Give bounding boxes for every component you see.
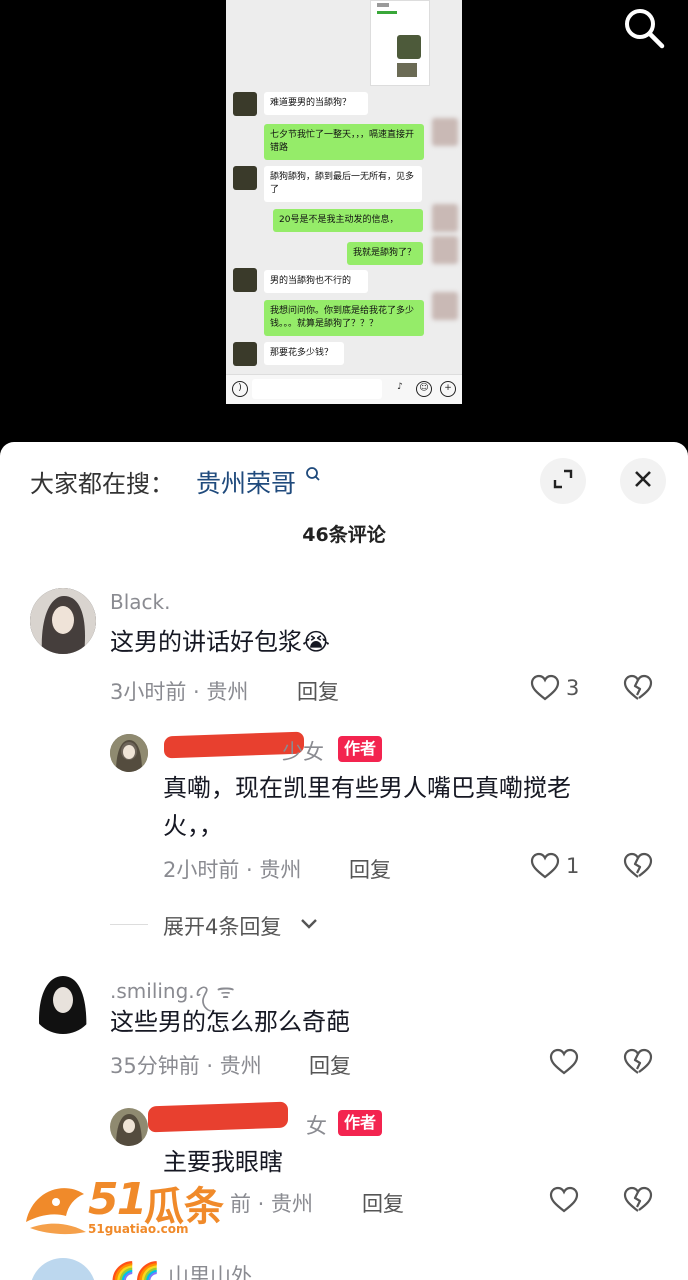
expand-icon — [552, 468, 574, 494]
reply-button[interactable]: 回复 — [362, 1188, 404, 1218]
chat-input-bar: ) ♪ ☺ + — [226, 374, 462, 404]
chat-avatar — [432, 292, 458, 320]
comment-text: 这男的讲话好包浆😭 — [110, 628, 331, 656]
mic-icon: ♪ — [397, 382, 403, 392]
comment-time-location: 35分钟前 · 贵州 — [110, 1054, 262, 1078]
comment-username[interactable]: 女 — [306, 1110, 327, 1140]
chat-top-card — [370, 0, 430, 86]
chat-avatar — [432, 204, 458, 232]
author-badge: 作者 — [338, 736, 383, 762]
broken-heart-icon — [623, 1048, 653, 1074]
chat-avatar — [233, 268, 257, 292]
avatar[interactable] — [110, 734, 148, 772]
chevron-down-icon[interactable] — [299, 916, 319, 936]
search-small-icon — [305, 466, 321, 488]
like-count: 3 — [566, 676, 580, 700]
dislike-button[interactable] — [623, 1186, 653, 1214]
search-suggestion-link[interactable]: 贵州荣哥 — [196, 464, 296, 500]
chat-avatar — [233, 342, 257, 366]
emoji-icon: ☺ — [416, 381, 432, 397]
heart-icon — [549, 1186, 579, 1213]
avatar[interactable] — [30, 968, 96, 1034]
heart-icon — [530, 852, 560, 879]
search-hint-label: 大家都在搜： — [30, 470, 174, 498]
divider — [110, 924, 148, 925]
close-icon — [633, 469, 653, 493]
heart-icon — [530, 674, 560, 701]
chat-avatar — [432, 118, 458, 146]
dislike-button[interactable] — [623, 1048, 653, 1076]
watermark-url: 51guatiao.com — [88, 1222, 189, 1236]
expand-button[interactable] — [540, 458, 586, 504]
comment-count: 46条评论 — [302, 524, 386, 546]
reply-button[interactable]: 回复 — [349, 854, 391, 884]
like-button[interactable]: 1 — [530, 852, 579, 880]
rainbow-icon: 🌈🌈 — [110, 1260, 160, 1280]
broken-heart-icon — [623, 674, 653, 700]
comment-time-location: 3小时前 · 贵州 — [110, 680, 249, 704]
avatar[interactable] — [110, 1108, 148, 1146]
comment-text: 火，， — [163, 812, 223, 840]
close-button[interactable] — [620, 458, 666, 504]
comment-username[interactable]: 山里山外 — [168, 1260, 252, 1280]
video-player[interactable]: 难道要男的当舔狗？ 七夕节我忙了一整天，，，嗝速直接开错路 舔狗舔狗，舔到最后一… — [0, 0, 688, 450]
chat-avatar — [233, 92, 257, 116]
expand-replies-button[interactable]: 展开4条回复 — [163, 911, 281, 941]
chat-avatar — [233, 166, 257, 190]
comment-time-location: 2小时前 · 贵州 — [163, 858, 302, 882]
dislike-button[interactable] — [623, 674, 653, 702]
search-icon[interactable] — [620, 4, 668, 50]
reply-button[interactable]: 回复 — [297, 676, 339, 706]
like-count: 1 — [566, 854, 580, 878]
broken-heart-icon — [623, 852, 653, 878]
like-button[interactable] — [549, 1186, 579, 1214]
heart-icon — [549, 1048, 579, 1075]
chat-screenshot: 难道要男的当舔狗？ 七夕节我忙了一整天，，，嗝速直接开错路 舔狗舔狗，舔到最后一… — [226, 0, 462, 404]
comment-text: 这些男的怎么那么奇葩 — [110, 1008, 350, 1036]
reply-button[interactable]: 回复 — [309, 1050, 351, 1080]
comment-text: 真嘞，现在凯里有些男人嘴巴真嘞搅老 — [163, 774, 571, 802]
redaction-mark — [148, 1101, 288, 1133]
like-button[interactable]: 3 — [530, 674, 579, 702]
comment-username[interactable]: Black. — [110, 590, 170, 614]
watermark-brand: 51 — [88, 1174, 147, 1225]
chat-avatar — [432, 236, 458, 264]
plus-icon: + — [440, 381, 456, 397]
comment-time-location: 前 · 贵州 — [230, 1192, 314, 1216]
avatar[interactable] — [30, 588, 96, 654]
comment-username[interactable]: 少女 — [282, 736, 324, 766]
dislike-button[interactable] — [623, 852, 653, 880]
avatar[interactable] — [30, 1258, 96, 1280]
like-button[interactable] — [549, 1048, 579, 1076]
author-badge: 作者 — [338, 1110, 383, 1136]
comment-sheet: 大家都在搜： 贵州荣哥 46条评论 Black. 这男的讲话好包浆😭 3小时前 … — [0, 442, 688, 1280]
voice-icon: ) — [232, 381, 248, 397]
broken-heart-icon — [623, 1186, 653, 1212]
